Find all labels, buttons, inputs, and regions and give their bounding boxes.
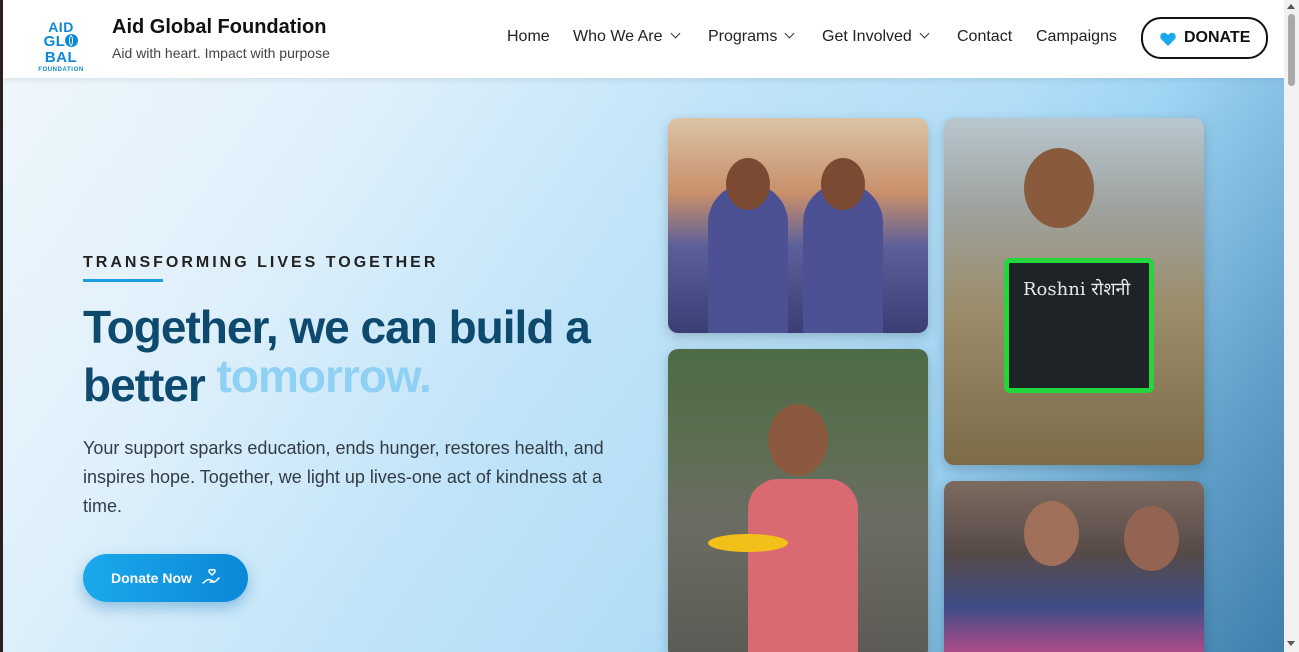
photo-face xyxy=(821,158,865,210)
slate-text: Roshni रोशनी xyxy=(1023,279,1131,300)
eyebrow-underline xyxy=(83,279,163,282)
photo-women-with-child xyxy=(944,481,1204,652)
photo-figure xyxy=(748,479,858,652)
donate-now-button[interactable]: Donate Now xyxy=(83,554,248,602)
food-plate xyxy=(708,534,788,552)
chevron-down-icon xyxy=(670,28,680,39)
nav-campaigns[interactable]: Campaigns xyxy=(1036,28,1117,46)
hero-description: Your support sparks education, ends hung… xyxy=(83,438,604,516)
nav-programs[interactable]: Programs xyxy=(708,28,795,46)
nav-home[interactable]: Home xyxy=(507,28,550,46)
globe-icon xyxy=(65,34,79,47)
photo-schoolgirls xyxy=(668,118,928,333)
logo-line-2: GLBAL xyxy=(43,33,79,66)
photo-face xyxy=(1124,506,1179,571)
chevron-down-icon xyxy=(919,28,930,39)
nav-contact[interactable]: Contact xyxy=(957,28,1012,46)
heart-icon xyxy=(1160,32,1176,46)
photo-face xyxy=(1024,148,1094,228)
photo-face xyxy=(768,404,828,476)
photo-boy-with-slate: Roshni रोशनी xyxy=(944,118,1204,465)
nav-who-we-are[interactable]: Who We Are xyxy=(573,28,680,46)
scrollbar-thumb[interactable] xyxy=(1288,14,1295,86)
hero-headline: Together, we can build a better tomorrow… xyxy=(83,298,643,414)
logo-line-1: AID xyxy=(48,19,74,35)
headline-accent: tomorrow. xyxy=(216,350,432,402)
scroll-up-icon[interactable] xyxy=(1287,4,1295,9)
donate-button[interactable]: DONATE xyxy=(1141,17,1268,59)
hero-section: TRANSFORMING LIVES TOGETHER Together, we… xyxy=(3,78,1284,652)
scroll-down-icon[interactable] xyxy=(1287,641,1295,646)
page-scrollbar[interactable] xyxy=(1284,0,1299,652)
hand-holding-heart-icon xyxy=(202,568,220,584)
brand-tagline: Aid with heart. Impact with purpose xyxy=(112,45,330,61)
donate-now-label: Donate Now xyxy=(111,570,192,586)
chevron-down-icon xyxy=(784,28,795,39)
nav-get-involved[interactable]: Get Involved xyxy=(822,28,930,46)
window-edge xyxy=(0,0,3,652)
donate-button-label: DONATE xyxy=(1184,29,1251,46)
photo-girl-with-food xyxy=(668,349,928,652)
hero-eyebrow: TRANSFORMING LIVES TOGETHER xyxy=(83,254,439,271)
logo-line-3: FOUNDATION xyxy=(38,67,84,73)
site-header: AID GLBAL FOUNDATION Aid Global Foundati… xyxy=(3,0,1284,78)
brand-name[interactable]: Aid Global Foundation xyxy=(112,16,326,39)
chalk-slate: Roshni रोशनी xyxy=(1004,258,1154,393)
photo-face xyxy=(726,158,770,210)
site-logo[interactable]: AID GLBAL FOUNDATION xyxy=(28,19,94,73)
photo-face xyxy=(1024,501,1079,566)
